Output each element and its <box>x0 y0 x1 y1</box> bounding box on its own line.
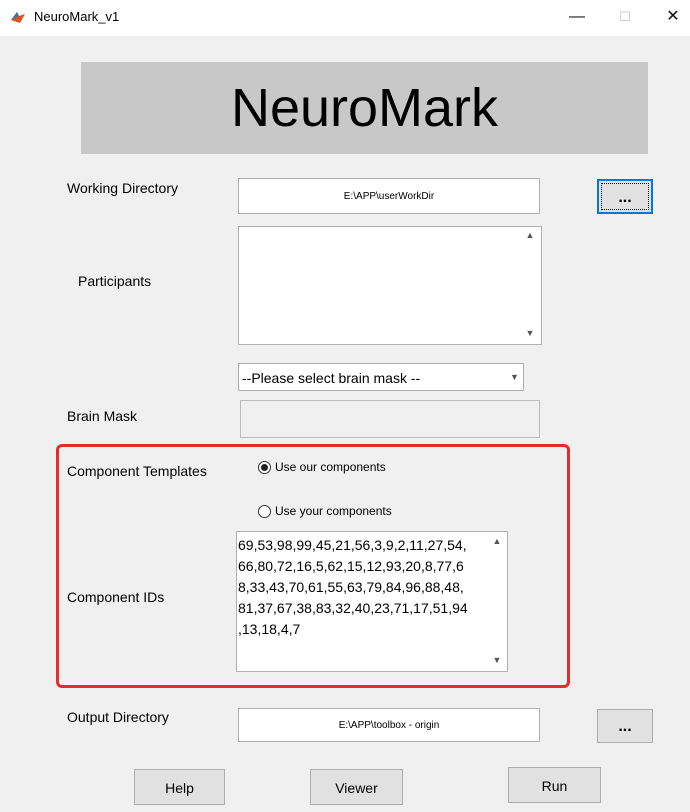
component-ids-line: 81,37,67,38,83,32,40,23,71,17,51,94 <box>238 600 468 616</box>
brain-mask-label: Brain Mask <box>67 408 138 424</box>
use-our-components-label[interactable]: Use our components <box>275 460 386 474</box>
run-button[interactable]: Run <box>508 767 601 803</box>
maximize-button[interactable]: ☐ <box>608 4 642 30</box>
window-title: NeuroMark_v1 <box>34 9 120 24</box>
brain-mask-select-value: --Please select brain mask -- <box>242 370 421 386</box>
output-directory-field[interactable]: E:\APP\toolbox - origin <box>238 708 540 742</box>
viewer-button[interactable]: Viewer <box>310 769 403 805</box>
working-directory-field[interactable]: E:\APP\userWorkDir <box>238 178 540 214</box>
minimize-button[interactable]: — <box>560 4 594 30</box>
component-ids-scroll-up-icon[interactable]: ▲ <box>490 536 504 548</box>
component-ids-text: 69,53,98,99,45,21,56,3,9,2,11,27,54, 66,… <box>238 535 492 640</box>
component-templates-label: Component Templates <box>67 463 207 479</box>
output-directory-browse-button[interactable]: ... <box>597 709 653 743</box>
component-ids-line: ,13,18,4,7 <box>238 621 301 637</box>
output-directory-label: Output Directory <box>67 709 169 725</box>
participants-scroll-up-icon[interactable]: ▲ <box>523 230 537 242</box>
use-your-components-label[interactable]: Use your components <box>275 504 392 518</box>
brain-mask-select[interactable]: --Please select brain mask -- ▼ <box>238 363 524 391</box>
working-directory-value: E:\APP\userWorkDir <box>343 191 435 202</box>
participants-label: Participants <box>78 273 152 289</box>
component-ids-label: Component IDs <box>67 589 165 605</box>
working-directory-label: Working Directory <box>67 180 178 196</box>
brain-mask-field <box>240 400 540 438</box>
component-ids-textarea[interactable]: 69,53,98,99,45,21,56,3,9,2,11,27,54, 66,… <box>236 531 508 672</box>
component-ids-scroll-down-icon[interactable]: ▼ <box>490 655 504 667</box>
app-banner: NeuroMark <box>81 62 648 154</box>
use-our-components-radio[interactable] <box>258 461 271 474</box>
participants-scroll-down-icon[interactable]: ▼ <box>523 328 537 340</box>
output-directory-value: E:\APP\toolbox - origin <box>338 720 440 731</box>
working-directory-browse-button[interactable]: ... <box>597 179 653 214</box>
use-your-components-radio[interactable] <box>258 505 271 518</box>
close-button[interactable]: ✕ <box>656 4 690 30</box>
component-ids-line: 66,80,72,16,5,62,15,12,93,20,8,77,6 <box>238 558 464 574</box>
title-bar: NeuroMark_v1 — ☐ ✕ <box>0 0 690 36</box>
participants-list[interactable]: ▲ ▼ <box>238 226 542 345</box>
chevron-down-icon[interactable]: ▼ <box>505 364 523 390</box>
component-ids-line: 8,33,43,70,61,55,63,79,84,96,88,48, <box>238 579 464 595</box>
component-ids-line: 69,53,98,99,45,21,56,3,9,2,11,27,54, <box>238 537 467 553</box>
matlab-app-icon <box>11 12 25 23</box>
help-button[interactable]: Help <box>134 769 225 805</box>
